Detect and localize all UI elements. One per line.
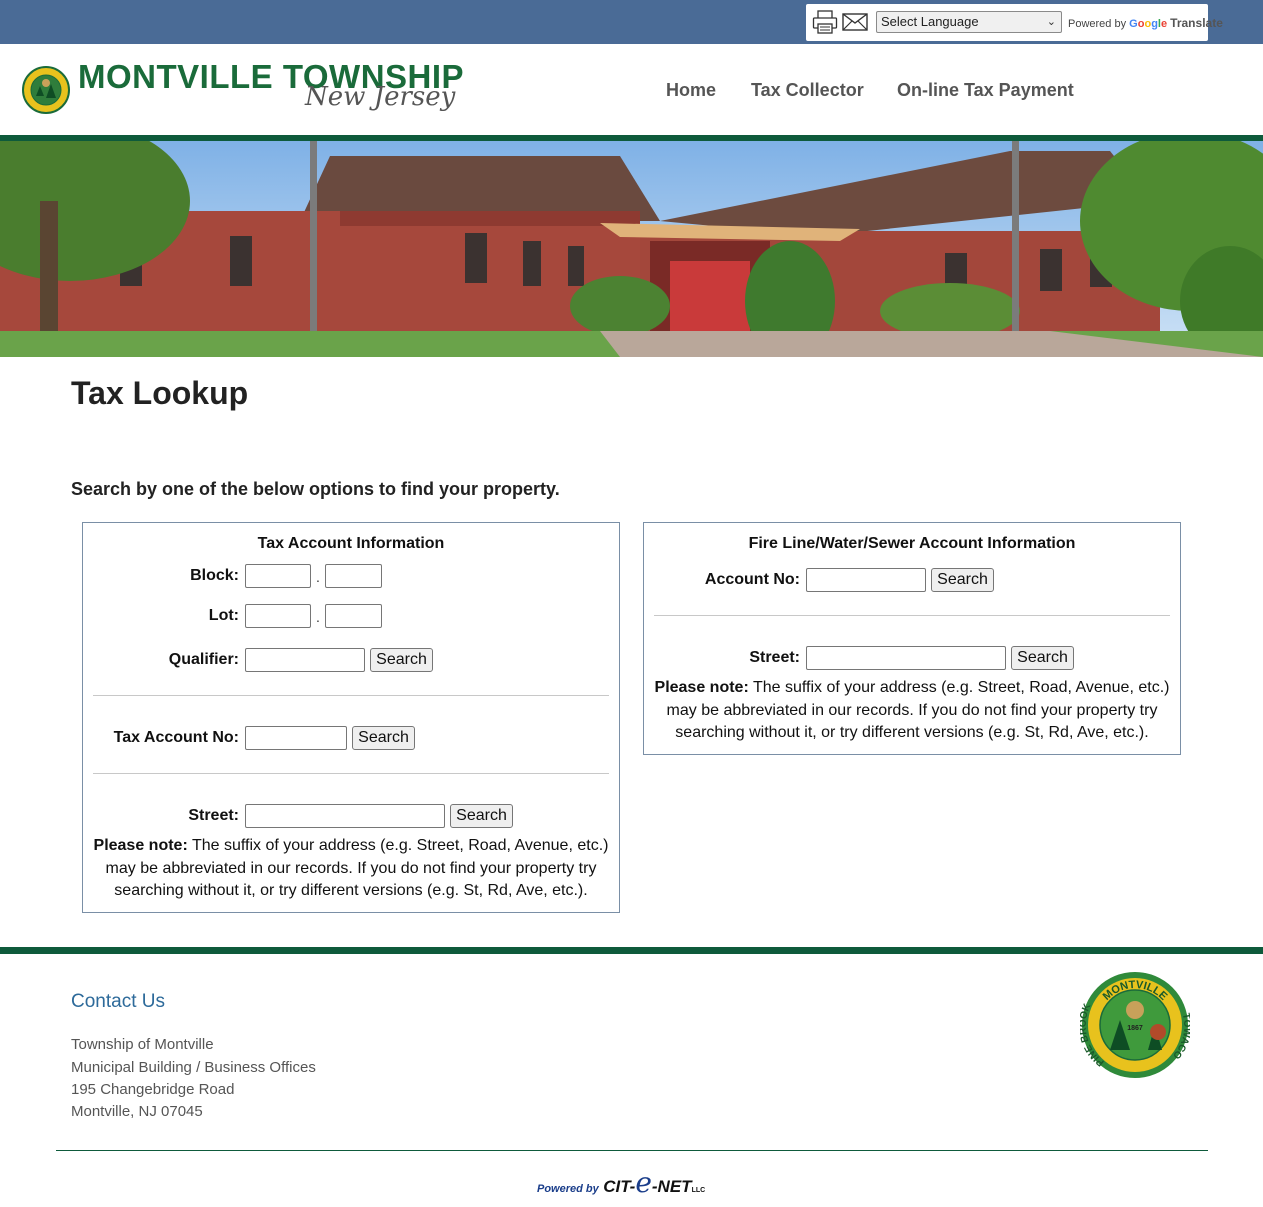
utility-box: Select Language ⌄ Powered by Google Tran… xyxy=(806,4,1223,41)
account-no-search-button[interactable]: Search xyxy=(931,568,994,592)
lot-separator: . xyxy=(316,609,320,625)
address-line: Municipal Building / Business Offices xyxy=(71,1059,316,1076)
translate-link[interactable]: Translate xyxy=(1170,16,1223,30)
utility-street-label: Street: xyxy=(749,649,800,666)
nav-home[interactable]: Home xyxy=(666,80,716,101)
tax-account-search-button[interactable]: Search xyxy=(352,726,415,750)
divider xyxy=(93,695,609,696)
note-label: Please note: xyxy=(654,679,749,696)
street-input[interactable] xyxy=(245,804,445,828)
note-label: Please note: xyxy=(93,837,188,854)
nav-tax-collector[interactable]: Tax Collector xyxy=(751,80,864,101)
footer-rule xyxy=(56,1150,1208,1151)
powered-by-text: Powered by xyxy=(537,1183,599,1195)
language-select-value: Select Language xyxy=(881,14,979,29)
tax-account-label: Tax Account No: xyxy=(113,729,239,746)
divider xyxy=(654,615,1170,616)
envelope-icon[interactable] xyxy=(842,13,868,31)
utility-street-search-button[interactable]: Search xyxy=(1011,646,1074,670)
utility-address-note: Please note: The suffix of your address … xyxy=(644,677,1180,745)
powered-by-text: Powered by xyxy=(1068,18,1127,30)
brand-llc: LLC xyxy=(691,1187,706,1194)
address-line: 195 Changebridge Road xyxy=(71,1081,235,1098)
cit-e-net-credit[interactable]: Powered by CIT-e-NETLLC xyxy=(537,1166,705,1199)
contact-us-heading: Contact Us xyxy=(71,991,165,1012)
street-label: Street: xyxy=(188,807,239,824)
top-utility-bar: Select Language ⌄ Powered by Google Tran… xyxy=(0,0,1263,44)
lot-suffix-input[interactable] xyxy=(325,604,382,628)
chevron-down-icon: ⌄ xyxy=(1046,16,1056,28)
logo-subtitle: New Jersey xyxy=(305,82,456,112)
printer-icon[interactable] xyxy=(812,10,838,34)
utility-account-panel: Fire Line/Water/Sewer Account Informatio… xyxy=(643,522,1181,755)
brand-e: e xyxy=(635,1166,652,1199)
tax-account-panel: Tax Account Information Block: . Lot: . … xyxy=(82,522,620,913)
qualifier-search-button[interactable]: Search xyxy=(370,648,433,672)
block-suffix-input[interactable] xyxy=(325,564,382,588)
intro-text: Search by one of the below options to fi… xyxy=(71,479,560,499)
lot-label: Lot: xyxy=(208,607,239,624)
township-seal-icon[interactable] xyxy=(22,66,70,114)
municipal-building-banner xyxy=(0,141,1263,357)
brand-part: CIT- xyxy=(603,1177,636,1196)
svg-text:1867: 1867 xyxy=(1127,1025,1143,1032)
qualifier-input[interactable] xyxy=(245,648,365,672)
divider xyxy=(93,773,609,774)
brand-part: -NET xyxy=(651,1177,692,1196)
footer-divider xyxy=(0,947,1263,954)
utility-panel-title: Fire Line/Water/Sewer Account Informatio… xyxy=(748,535,1076,552)
street-search-button[interactable]: Search xyxy=(450,804,513,828)
block-separator: . xyxy=(316,569,320,585)
tax-account-input[interactable] xyxy=(245,726,347,750)
township-seal-icon: MONTVILLE PINE BROOK TOWACO 1867 xyxy=(1080,972,1190,1078)
account-no-label: Account No: xyxy=(704,571,800,588)
block-input[interactable] xyxy=(245,564,311,588)
nav-online-tax-payment[interactable]: On-line Tax Payment xyxy=(897,80,1074,101)
block-label: Block: xyxy=(190,567,239,584)
account-no-input[interactable] xyxy=(806,568,926,592)
address-line: Montville, NJ 07045 xyxy=(71,1103,203,1120)
qualifier-label: Qualifier: xyxy=(168,651,239,668)
utility-street-input[interactable] xyxy=(806,646,1006,670)
google-translate-credit: Powered by Google Translate xyxy=(1068,16,1223,30)
tax-panel-title: Tax Account Information xyxy=(257,535,445,552)
address-line: Township of Montville xyxy=(71,1036,214,1053)
language-select[interactable]: Select Language ⌄ xyxy=(876,11,1062,33)
lot-input[interactable] xyxy=(245,604,311,628)
page-title: Tax Lookup xyxy=(71,375,249,411)
address-note: Please note: The suffix of your address … xyxy=(83,835,619,903)
